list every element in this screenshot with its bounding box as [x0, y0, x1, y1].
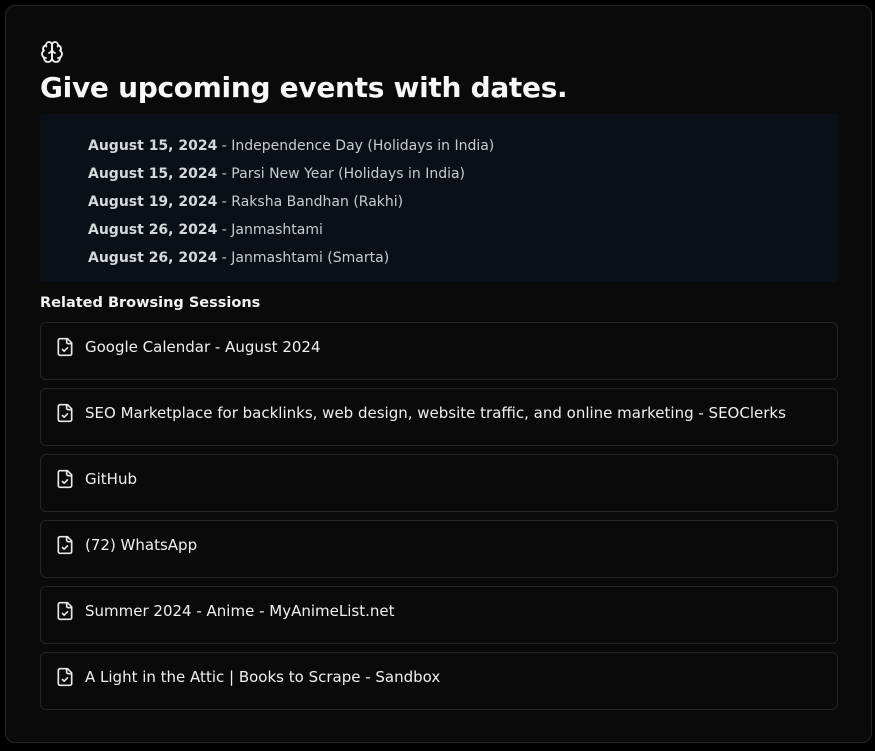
event-item: August 26, 2024 - Janmashtami: [88, 216, 838, 244]
file-check-icon: [55, 468, 75, 490]
event-date: August 26, 2024: [88, 222, 218, 238]
session-title: GitHub: [85, 470, 137, 488]
event-item: August 26, 2024 - Janmashtami (Smarta): [88, 244, 838, 272]
event-item: August 19, 2024 - Raksha Bandhan (Rakhi): [88, 188, 838, 216]
related-sessions-heading: Related Browsing Sessions: [40, 295, 261, 311]
event-separator: -: [217, 222, 232, 238]
page-title: Give upcoming events with dates.: [40, 71, 568, 104]
file-check-icon: [55, 402, 75, 424]
browsing-session-item[interactable]: SEO Marketplace for backlinks, web desig…: [40, 388, 838, 446]
event-date: August 19, 2024: [88, 194, 218, 210]
file-check-icon: [55, 336, 75, 358]
session-title: (72) WhatsApp: [85, 536, 198, 554]
brain-icon: [40, 40, 64, 64]
file-check-icon: [55, 600, 75, 622]
event-name: Parsi New Year (Holidays in India): [231, 166, 466, 182]
event-separator: -: [217, 250, 232, 266]
file-check-icon: [55, 534, 75, 556]
answer-block: August 15, 2024 - Independence Day (Holi…: [40, 114, 838, 282]
browsing-session-item[interactable]: Summer 2024 - Anime - MyAnimeList.net: [40, 586, 838, 644]
event-name: Raksha Bandhan (Rakhi): [231, 194, 404, 210]
event-name: Janmashtami: [231, 222, 323, 238]
event-item: August 15, 2024 - Independence Day (Holi…: [88, 132, 838, 160]
browsing-session-item[interactable]: (72) WhatsApp: [40, 520, 838, 578]
event-separator: -: [217, 194, 232, 210]
event-name: Janmashtami (Smarta): [231, 250, 390, 266]
event-name: Independence Day (Holidays in India): [231, 138, 495, 154]
browsing-session-item[interactable]: GitHub: [40, 454, 838, 512]
session-title: Google Calendar - August 2024: [85, 338, 321, 356]
answer-card: Give upcoming events with dates. August …: [5, 5, 872, 743]
session-title: SEO Marketplace for backlinks, web desig…: [85, 404, 786, 422]
event-date: August 15, 2024: [88, 166, 218, 182]
browsing-session-item[interactable]: A Light in the Attic | Books to Scrape -…: [40, 652, 838, 710]
event-separator: -: [217, 138, 232, 154]
event-date: August 26, 2024: [88, 250, 218, 266]
event-item: August 15, 2024 - Parsi New Year (Holida…: [88, 160, 838, 188]
session-title: Summer 2024 - Anime - MyAnimeList.net: [85, 602, 395, 620]
session-title: A Light in the Attic | Books to Scrape -…: [85, 668, 441, 686]
browsing-session-item[interactable]: Google Calendar - August 2024: [40, 322, 838, 380]
file-check-icon: [55, 666, 75, 688]
event-list: August 15, 2024 - Independence Day (Holi…: [40, 114, 838, 272]
event-separator: -: [217, 166, 232, 182]
event-date: August 15, 2024: [88, 138, 218, 154]
